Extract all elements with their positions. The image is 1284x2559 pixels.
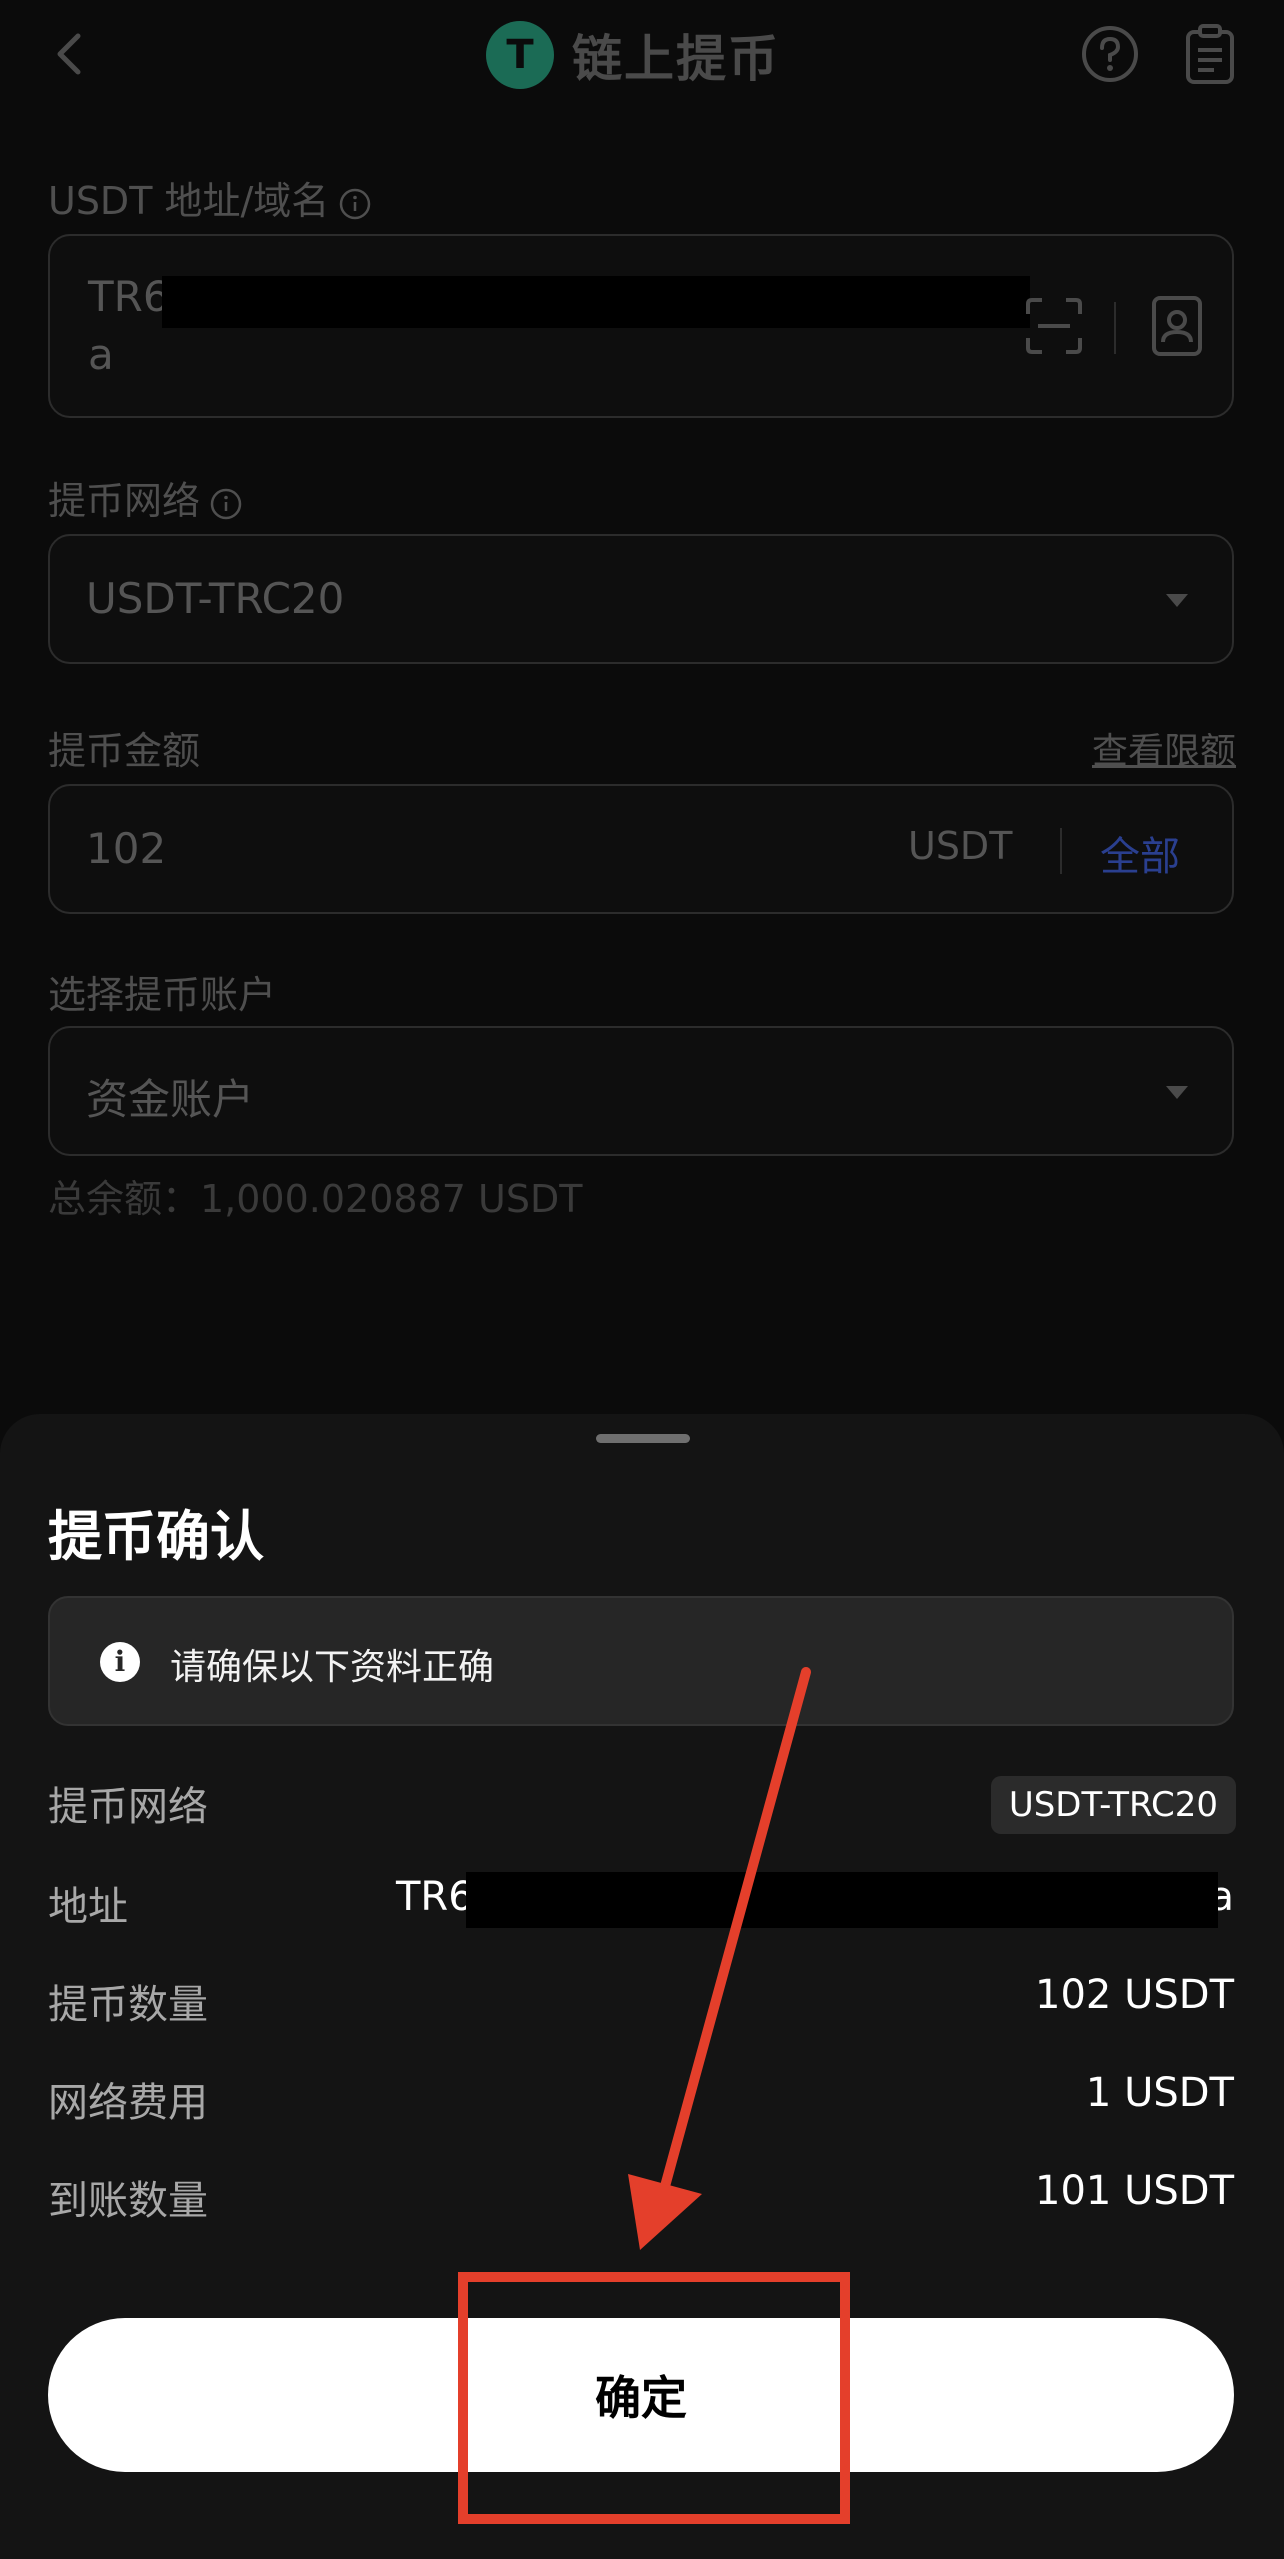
redaction-bar (162, 276, 1030, 328)
info-icon[interactable] (339, 188, 371, 220)
info-icon: i (100, 1642, 140, 1682)
usdt-coin-icon: T (486, 21, 554, 89)
back-button[interactable] (40, 22, 104, 86)
notice-banner: i 请确保以下资料正确 (48, 1596, 1234, 1726)
row-network-label: 提币网络 (48, 1784, 208, 1830)
network-select[interactable]: USDT-TRC20 (48, 534, 1234, 664)
caret-down-icon (1166, 1086, 1188, 1099)
address-label-text: USDT 地址/域名 (48, 179, 330, 223)
help-button[interactable] (1080, 24, 1140, 84)
all-button[interactable]: 全部 (1100, 824, 1180, 882)
sheet-title: 提币确认 (48, 1505, 264, 1568)
divider (1060, 828, 1062, 874)
records-button[interactable] (1180, 22, 1240, 86)
row-address-prefix: TR6 (396, 1874, 474, 1920)
chevron-left-icon (57, 33, 81, 75)
network-chip: USDT-TRC20 (990, 1776, 1236, 1834)
view-limit-link[interactable]: 查看限额 (1092, 722, 1236, 774)
row-fee-label: 网络费用 (48, 2080, 208, 2126)
divider (1114, 302, 1116, 354)
redaction-bar (466, 1872, 1218, 1928)
row-received-value: 101 USDT (1035, 2168, 1234, 2214)
amount-label: 提币金额 (48, 729, 201, 773)
amount-input[interactable]: 102 USDT 全部 (48, 784, 1234, 914)
sheet-drag-handle[interactable] (596, 1434, 690, 1443)
address-book-icon[interactable] (1150, 294, 1204, 358)
network-label: 提币网络 (48, 470, 242, 525)
question-circle-icon (1082, 26, 1138, 82)
row-received-label: 到账数量 (48, 2178, 208, 2224)
row-quantity-label: 提币数量 (48, 1982, 208, 2028)
caret-down-icon (1166, 594, 1188, 607)
network-label-text: 提币网络 (48, 479, 201, 523)
amount-value: 102 (86, 824, 167, 873)
info-icon[interactable] (210, 488, 242, 520)
amount-unit: USDT (908, 824, 1013, 868)
notice-text: 请确保以下资料正确 (170, 1647, 495, 1688)
account-value: 资金账户 (86, 1075, 255, 1124)
scan-icon[interactable] (1024, 296, 1084, 356)
total-balance: 总余额：1,000.020887 USDT (48, 1177, 583, 1221)
address-input[interactable]: TR6 a (48, 234, 1234, 418)
annotation-highlight-box (458, 2272, 850, 2524)
clipboard-list-icon (1186, 24, 1234, 84)
account-label: 选择提币账户 (48, 973, 277, 1017)
page-title: 链上提币 (572, 30, 780, 88)
account-select[interactable]: 资金账户 (48, 1026, 1234, 1156)
network-value: USDT-TRC20 (86, 574, 345, 623)
address-value-line2: a (88, 330, 114, 379)
row-fee-value: 1 USDT (1085, 2070, 1234, 2116)
address-label: USDT 地址/域名 (48, 170, 371, 225)
row-quantity-value: 102 USDT (1035, 1972, 1234, 2018)
address-value-line1: TR6 (88, 272, 170, 321)
title-wrap: T 链上提币 (486, 20, 780, 90)
row-address-label: 地址 (48, 1884, 128, 1930)
header: T 链上提币 (0, 0, 1284, 110)
